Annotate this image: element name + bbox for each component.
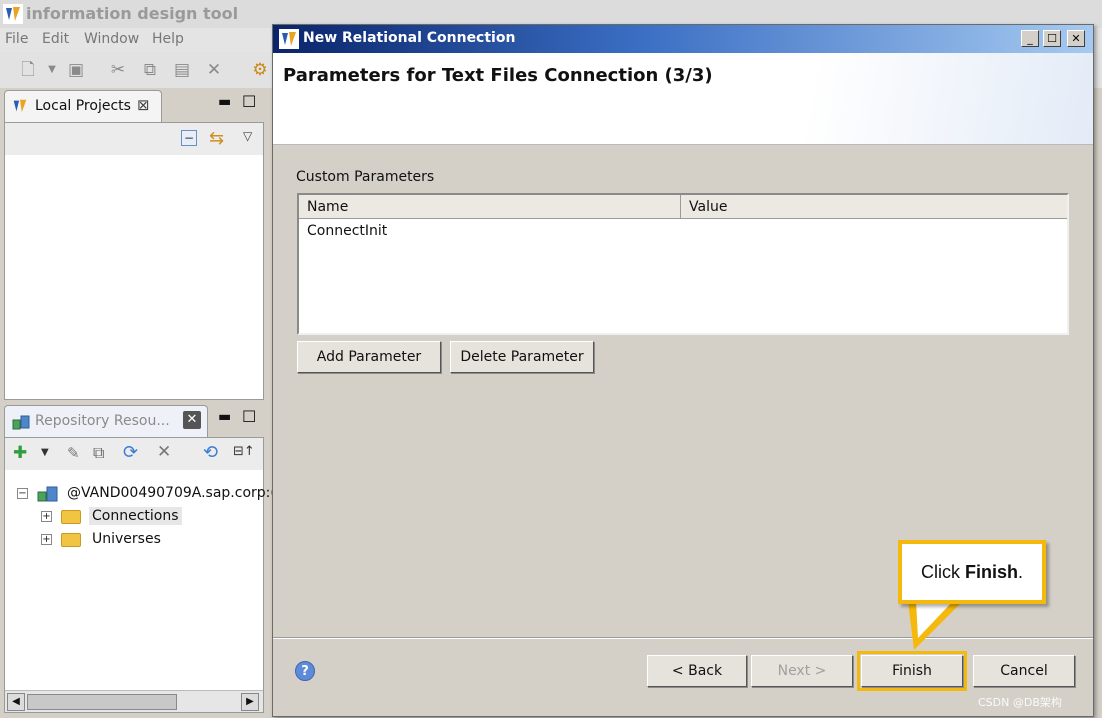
menu-file[interactable]: File [5,31,28,47]
close-icon[interactable]: ⊠ [137,96,150,114]
callout-suffix: . [1017,562,1023,582]
repository-body: ✚ ▼ ✎ ⧉ ⟳ ✕ ⟲ ⊟↑ − @VAND00490709A.sap.co… [4,437,276,713]
dialog-titlebar[interactable]: New Relational Connection _ ☐ ✕ [273,25,1093,53]
new-file-icon[interactable]: 🗋 [18,60,38,80]
expand-node-icon[interactable]: + [41,534,52,545]
sap-logo-icon [279,29,299,49]
custom-parameters-label: Custom Parameters [296,169,435,185]
edit-icon[interactable]: ✎ [67,444,80,462]
collapse-all-icon[interactable]: − [181,130,197,146]
callout-prefix: Click [920,562,965,582]
minimize-view-icon[interactable]: ▬ [218,409,231,425]
column-header-name[interactable]: Name [299,195,681,219]
tutorial-callout: Click Finish. [898,540,1046,604]
menu-window[interactable]: Window [84,31,139,47]
delete-icon[interactable]: ✕ [157,442,171,462]
minimize-button[interactable]: _ [1021,30,1039,47]
minimize-view-icon[interactable]: ▬ [218,94,231,110]
watermark: CSDN @DB架构 [978,696,1062,709]
maximize-view-icon[interactable]: ☐ [242,92,256,111]
sap-logo-icon [13,99,27,113]
maximize-button[interactable]: ☐ [1043,30,1061,47]
table-row[interactable]: ConnectInit [299,221,1067,245]
paste-icon[interactable]: ▤ [172,60,192,80]
finish-button[interactable]: Finish [857,651,967,691]
refresh-folder-icon[interactable]: ⟳ [123,442,138,463]
delete-parameter-button[interactable]: Delete Parameter [450,341,594,373]
repository-icon [37,486,58,502]
link-editor-icon[interactable]: ⇆ [209,128,224,149]
local-projects-toolbar: − ⇆ ▽ [5,123,263,155]
repository-resources-view: Repository Resou... ✕ ▬ ☐ ✚ ▼ ✎ ⧉ ⟳ ✕ ⟲ … [4,405,276,713]
help-icon[interactable]: ? [295,661,315,681]
new-relational-connection-dialog: New Relational Connection _ ☐ ✕ Paramete… [272,24,1094,717]
scrollbar-thumb[interactable] [27,694,177,710]
collapse-node-icon[interactable]: − [17,488,28,499]
dropdown-arrow-icon[interactable]: ▼ [41,447,49,458]
collapse-icon[interactable]: ⊟↑ [233,444,255,459]
tree-item-label: Connections [89,507,182,525]
parameter-name-cell[interactable]: ConnectInit [307,223,387,239]
local-projects-view: Local Projects ⊠ ▬ ☐ − ⇆ ▽ [4,90,264,400]
menu-help[interactable]: Help [152,31,184,47]
custom-parameters-table: Name Value ConnectInit [297,193,1069,335]
callout-pointer [908,600,962,650]
sap-logo-icon [3,4,23,24]
copy-icon[interactable]: ⧉ [140,60,160,80]
tab-label: Repository Resou... [35,413,170,429]
table-header: Name Value [299,195,1067,219]
menu-edit[interactable]: Edit [42,31,69,47]
dropdown-arrow-icon[interactable]: ▼ [42,60,62,80]
run-icon[interactable]: ⚙ [250,60,270,80]
callout-emphasis: Finish [964,562,1018,582]
save-icon[interactable]: ▣ [66,60,86,80]
cancel-button[interactable]: Cancel [973,655,1075,687]
scroll-left-icon[interactable]: ◀ [7,693,25,711]
footer-separator [273,637,1093,639]
tab-label: Local Projects [35,98,131,114]
repository-toolbar: ✚ ▼ ✎ ⧉ ⟳ ✕ ⟲ ⊟↑ [5,438,263,470]
tree-root-label: @VAND00490709A.sap.corp:( [67,485,276,501]
dialog-title: New Relational Connection [303,30,516,46]
repository-icon [12,415,30,430]
tree-item-label: Universes [92,531,161,547]
refresh-icon[interactable]: ⟲ [203,442,218,463]
delete-icon[interactable]: ✕ [204,60,224,80]
callout-text: Click Finish. [902,544,1042,600]
scroll-right-icon[interactable]: ▶ [241,693,259,711]
column-header-value[interactable]: Value [681,195,1065,219]
copy-icon[interactable]: ⧉ [93,443,104,463]
close-icon[interactable]: ✕ [183,411,201,429]
app-title: information design tool [26,4,239,23]
tab-local-projects[interactable]: Local Projects ⊠ [4,90,162,122]
folder-icon [61,533,81,547]
add-icon[interactable]: ✚ [13,443,27,463]
tab-repository-resources[interactable]: Repository Resou... ✕ [4,405,208,437]
back-button[interactable]: < Back [647,655,747,687]
add-parameter-button[interactable]: Add Parameter [297,341,441,373]
horizontal-scrollbar[interactable]: ◀ ▶ [5,690,263,712]
wizard-header: Parameters for Text Files Connection (3/… [273,53,1093,145]
cut-icon[interactable]: ✂ [108,60,128,80]
view-menu-icon[interactable]: ▽ [243,129,252,143]
next-button[interactable]: Next > [751,655,853,687]
expand-node-icon[interactable]: + [41,511,52,522]
local-projects-body: − ⇆ ▽ [4,122,264,400]
wizard-step-heading: Parameters for Text Files Connection (3/… [283,65,713,86]
close-button[interactable]: ✕ [1067,30,1085,47]
folder-icon [61,510,81,524]
maximize-view-icon[interactable]: ☐ [242,407,256,426]
